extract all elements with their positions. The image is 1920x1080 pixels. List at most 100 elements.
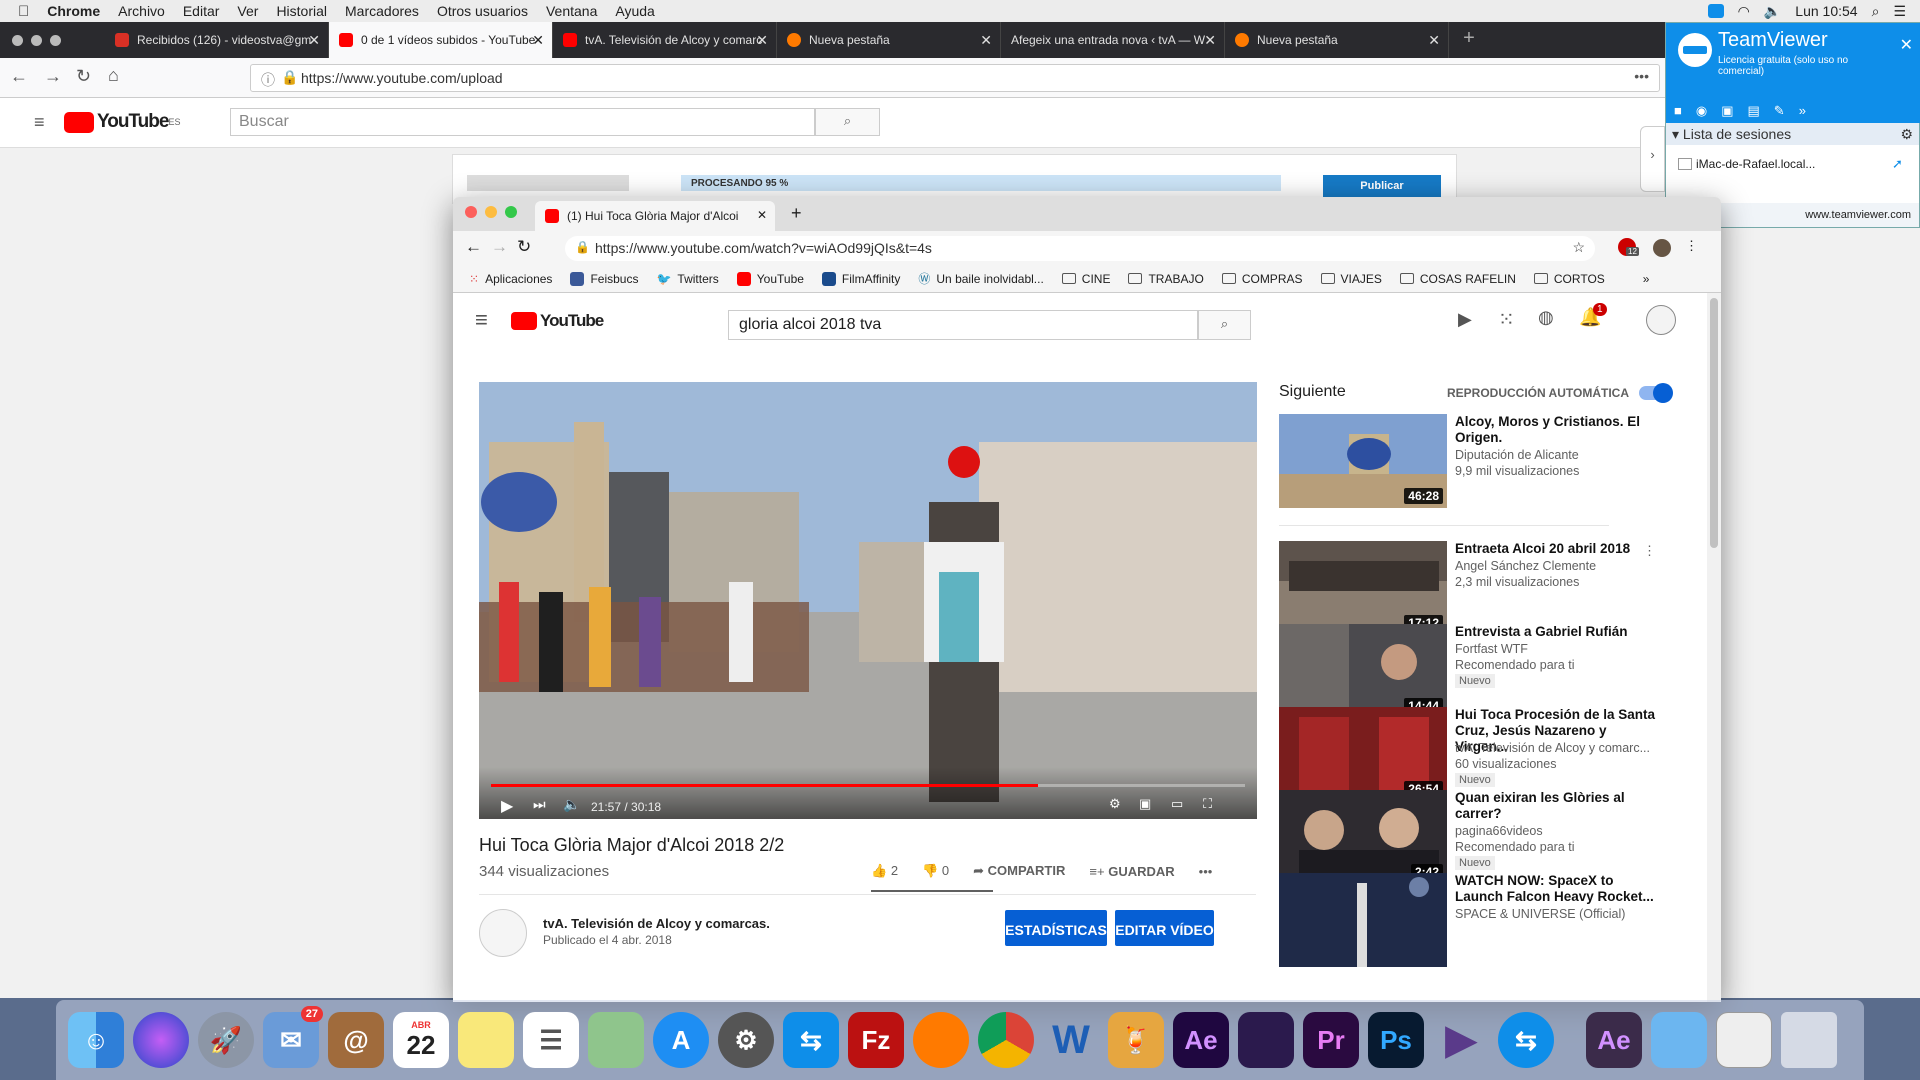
close-tab-icon[interactable]: ✕	[1428, 32, 1440, 49]
wifi-icon[interactable]: ◠	[1738, 3, 1750, 20]
notification-center-icon[interactable]: ☰	[1893, 3, 1906, 20]
firefox-icon[interactable]	[913, 1012, 969, 1068]
reload-icon[interactable]: ↻	[76, 66, 91, 87]
bookmark-star-icon[interactable]: ☆	[1572, 239, 1585, 256]
hamburger-menu-icon[interactable]: ≡	[34, 112, 45, 133]
bookmark-feisbucs[interactable]: Feisbucs	[570, 271, 638, 286]
publish-button[interactable]: Publicar	[1323, 175, 1441, 197]
youtube-logo[interactable]: YouTube	[511, 311, 604, 331]
youtube-logo[interactable]: YouTube ES	[64, 111, 180, 133]
app-store-icon[interactable]: A	[653, 1012, 709, 1068]
trash-icon[interactable]	[1781, 1012, 1837, 1068]
share-button[interactable]: ➦ COMPARTIR	[973, 863, 1065, 879]
after-effects-icon[interactable]: Ae	[1173, 1012, 1229, 1068]
menu-ventana[interactable]: Ventana	[546, 3, 597, 19]
youtube-search-input[interactable]: gloria alcoi 2018 tva	[728, 310, 1198, 340]
teamviewer-collapse-tab[interactable]: ›	[1640, 126, 1665, 192]
bookmark-youtube[interactable]: YouTube	[736, 271, 804, 286]
home-icon[interactable]: ⌂	[108, 65, 119, 86]
close-tab-icon[interactable]: ✕	[757, 208, 767, 222]
word-icon[interactable]: W	[1043, 1012, 1099, 1068]
window-preview-icon[interactable]	[1716, 1012, 1772, 1068]
bookmark-folder-cine[interactable]: CINE	[1061, 272, 1110, 286]
bookmark-folder-viajes[interactable]: VIAJES	[1320, 272, 1382, 286]
extension-icon[interactable]: 12	[1618, 238, 1639, 256]
bookmark-folder-cosas-rafelin[interactable]: COSAS RAFELIN	[1399, 272, 1516, 286]
dislike-button[interactable]: 👎 0	[922, 863, 949, 879]
progress-bar[interactable]	[491, 784, 1245, 787]
menu-editar[interactable]: Editar	[183, 3, 220, 19]
info-icon[interactable]: ⓘ	[261, 70, 275, 90]
play-icon[interactable]: ▶	[501, 796, 513, 816]
firefox-tab-wordpress[interactable]: Afegeix una entrada nova ‹ tvA — W ✕	[1001, 22, 1225, 58]
connect-arrow-icon[interactable]: ➚	[1892, 156, 1903, 172]
menu-ver[interactable]: Ver	[237, 3, 258, 19]
suggestion-item[interactable]: 26:54 Hui Toca Procesión de la Santa Cru…	[1279, 707, 1679, 803]
photo-booth-icon[interactable]	[588, 1012, 644, 1068]
chrome-icon[interactable]	[978, 1012, 1034, 1068]
chat-icon[interactable]: ▣	[1721, 103, 1733, 119]
statistics-button[interactable]: ESTADÍSTICAS	[1005, 910, 1107, 946]
firefox-tab-gmail[interactable]: Recibidos (126) - videostva@gm ✕	[105, 22, 329, 58]
close-tab-icon[interactable]: ✕	[532, 32, 544, 49]
clock[interactable]: Lun 10:54	[1795, 3, 1857, 19]
menu-app[interactable]: Chrome	[47, 3, 100, 19]
zoom-window-icon[interactable]	[50, 34, 61, 46]
theater-mode-icon[interactable]: ▭	[1171, 796, 1183, 812]
ae-folder-icon[interactable]: Ae	[1586, 1012, 1642, 1068]
reminders-icon[interactable]: ☰	[523, 1012, 579, 1068]
autoplay-toggle[interactable]	[1639, 383, 1673, 403]
suggestion-item[interactable]: 2:42 Quan eixiran les Glòries al carrer?…	[1279, 790, 1679, 886]
close-tab-icon[interactable]: ✕	[1204, 32, 1216, 49]
more-bookmarks-icon[interactable]: »	[1643, 272, 1650, 286]
mail-icon[interactable]: ✉ 27	[263, 1006, 323, 1068]
apple-tv-icon[interactable]: ▶	[1433, 1012, 1489, 1068]
settings-gear-icon[interactable]: ⚙	[1900, 126, 1913, 143]
edit-video-button[interactable]: EDITAR VÍDEO	[1115, 910, 1214, 946]
more-icon[interactable]: »	[1799, 103, 1806, 119]
chrome-active-tab[interactable]: (1) Hui Toca Glòria Major d'Alcoi ✕	[535, 201, 775, 231]
channel-name[interactable]: tvA. Televisión de Alcoy y comarcas.	[543, 916, 770, 931]
outer-search-input[interactable]: Buscar	[230, 108, 815, 136]
minimize-window-icon[interactable]	[31, 34, 42, 46]
close-tab-icon[interactable]: ✕	[308, 32, 320, 49]
create-video-icon[interactable]: ▶	[1458, 309, 1472, 330]
minimize-window-icon[interactable]	[485, 206, 497, 218]
messages-icon[interactable]: ◍	[1538, 307, 1554, 328]
video-player[interactable]: ▶ ⏭ 🔈 21:57 / 30:18 ⚙ ▣ ▭ ⛶	[479, 382, 1257, 819]
channel-avatar[interactable]	[479, 909, 527, 957]
save-button[interactable]: ≡+ GUARDAR	[1089, 864, 1174, 879]
contacts-icon[interactable]: @	[328, 1012, 384, 1068]
bookmark-twitters[interactable]: 🐦 Twitters	[656, 272, 718, 286]
files-icon[interactable]: ▤	[1748, 103, 1760, 119]
tools-icon[interactable]: ✎	[1774, 103, 1785, 119]
menu-archivo[interactable]: Archivo	[118, 3, 165, 19]
cocktail-icon[interactable]: 🍹	[1108, 1012, 1164, 1068]
apple-icon[interactable]: 	[18, 3, 29, 20]
volume-icon[interactable]: 🔈	[1764, 3, 1781, 20]
volume-icon[interactable]: 🔈	[563, 796, 580, 813]
premiere-icon[interactable]: Pr	[1303, 1012, 1359, 1068]
miniplayer-icon[interactable]: ▣	[1139, 796, 1151, 812]
launchpad-icon[interactable]: 🚀	[198, 1012, 254, 1068]
user-avatar[interactable]	[1646, 305, 1676, 335]
like-button[interactable]: 👍 2	[871, 863, 898, 879]
new-tab-button[interactable]: +	[791, 203, 802, 224]
media-encoder-icon[interactable]	[1238, 1012, 1294, 1068]
suggestion-item[interactable]: 17:12 Entraeta Alcoi 20 abril 2018 Angel…	[1279, 541, 1679, 637]
chrome-menu-icon[interactable]: ⋮	[1685, 238, 1698, 254]
bookmark-folder-cortos[interactable]: CORTOS	[1533, 272, 1605, 286]
menu-ayuda[interactable]: Ayuda	[615, 3, 654, 19]
firefox-url-bar[interactable]: ⓘ 🔒 https://www.youtube.com/upload •••	[250, 64, 1660, 92]
bookmark-folder-compras[interactable]: COMPRAS	[1221, 272, 1303, 286]
youtube-search-button[interactable]: ⌕	[1198, 310, 1251, 340]
close-tab-icon[interactable]: ✕	[756, 32, 768, 49]
zoom-window-icon[interactable]	[505, 206, 517, 218]
firefox-tab-new-2[interactable]: Nueva pestaña ✕	[1225, 22, 1449, 58]
firefox-tab-tva[interactable]: tvA. Televisión de Alcoy y comarc ✕	[553, 22, 777, 58]
back-arrow-icon[interactable]: ←	[10, 66, 28, 87]
finder-icon[interactable]: ☺	[68, 1012, 124, 1068]
calendar-icon[interactable]: ABR 22	[393, 1012, 449, 1068]
suggestion-item[interactable]: 14:44 Entrevista a Gabriel Rufián Fortfa…	[1279, 624, 1679, 720]
teamviewer-status-icon[interactable]	[1707, 4, 1724, 18]
